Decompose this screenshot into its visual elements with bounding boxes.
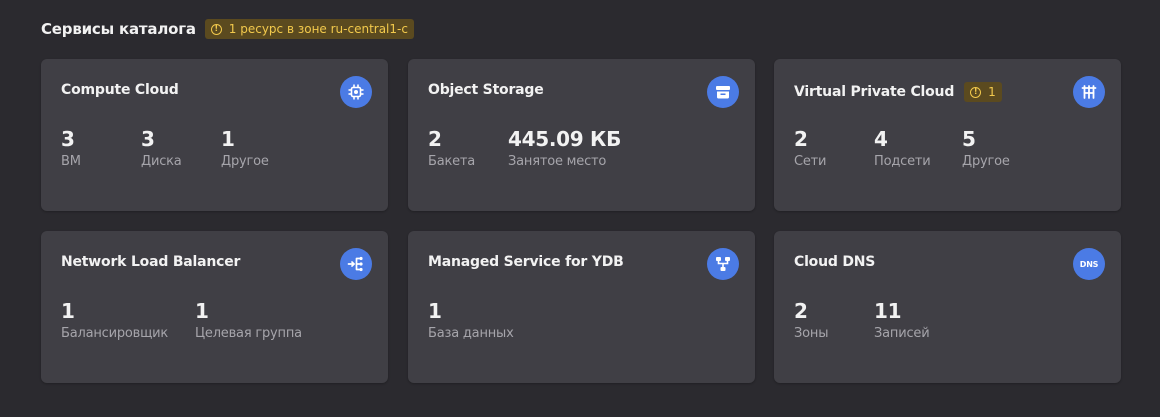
section-header: Сервисы каталога ! 1 ресурс в зоне ru-ce… [41,18,414,40]
warning-icon: ! [970,86,982,98]
service-card-object-storage[interactable]: Object Storage 2 Бакета 445.09 КБ Занято… [408,59,755,211]
stat-value: 1 [221,127,235,151]
zone-warning-text: 1 ресурс в зоне ru-central1-c [228,22,408,36]
stat-value: 3 [61,127,75,151]
stat-other: 5 Другое [962,127,1010,169]
stat-label: Записей [874,326,930,341]
stat-value: 2 [794,127,808,151]
card-title: Cloud DNS [794,254,876,270]
section-title: Сервисы каталога [41,20,196,38]
vpc-warning-badge[interactable]: ! 1 [964,82,1002,102]
stat-value: 4 [874,127,888,151]
stat-other: 1 Другое [221,127,269,169]
cpu-chip-icon [340,76,372,108]
service-card-ydb[interactable]: Managed Service for YDB 1 База данных [408,231,755,383]
stat-label: Другое [221,154,269,169]
card-stats: 3 ВМ 3 Диска 1 Другое [61,127,269,169]
stat-value: 445.09 КБ [508,127,622,151]
stat-buckets: 2 Бакета [428,127,508,169]
card-stats: 2 Бакета 445.09 КБ Занятое место [428,127,621,169]
dns-icon: DNS [1073,248,1105,280]
service-card-vpc[interactable]: Virtual Private Cloud ! 1 2 Сети 4 Подсе… [774,59,1121,211]
stat-zones: 2 Зоны [794,299,874,341]
stat-balancers: 1 Балансировщик [61,299,195,341]
service-card-compute-cloud[interactable]: Compute Cloud 3 ВМ 3 Диска 1 Другое [41,59,388,211]
load-balancer-icon [340,248,372,280]
network-icon [1073,76,1105,108]
card-title: Object Storage [428,82,544,98]
stat-value: 5 [962,127,976,151]
stat-label: Другое [962,154,1010,169]
card-stats: 1 База данных [428,299,514,341]
stat-value: 2 [794,299,808,323]
stat-value: 2 [428,127,442,151]
warning-icon: ! [210,23,222,35]
stat-value: 3 [141,127,155,151]
stat-networks: 2 Сети [794,127,874,169]
stat-vm: 3 ВМ [61,127,141,169]
stat-value: 1 [195,299,209,323]
card-title-row: Virtual Private Cloud ! 1 [794,82,1002,102]
stat-subnets: 4 Подсети [874,127,962,169]
card-title: Managed Service for YDB [428,254,624,270]
stat-label: Подсети [874,154,931,169]
database-tree-icon [707,248,739,280]
stat-target-groups: 1 Целевая группа [195,299,302,341]
vpc-warning-count: 1 [988,85,996,99]
card-stats: 1 Балансировщик 1 Целевая группа [61,299,302,341]
stat-value: 1 [61,299,75,323]
service-card-network-load-balancer[interactable]: Network Load Balancer 1 Балансировщик 1 … [41,231,388,383]
stat-label: Целевая группа [195,326,302,341]
stat-databases: 1 База данных [428,299,514,341]
bucket-storage-icon [707,76,739,108]
card-title: Network Load Balancer [61,254,241,270]
stat-label: Балансировщик [61,326,169,341]
stat-value: 1 [428,299,442,323]
stat-disks: 3 Диска [141,127,221,169]
stat-label: База данных [428,326,514,341]
stat-label: Занятое место [508,154,607,169]
stat-value: 11 [874,299,902,323]
card-stats: 2 Сети 4 Подсети 5 Другое [794,127,1010,169]
stat-label: Сети [794,154,827,169]
stat-label: Бакета [428,154,476,169]
dns-icon-text: DNS [1079,259,1099,269]
stat-label: ВМ [61,154,81,169]
card-title: Virtual Private Cloud [794,84,955,100]
stat-records: 11 Записей [874,299,930,341]
zone-warning-badge[interactable]: ! 1 ресурс в зоне ru-central1-c [204,19,414,39]
stat-label: Диска [141,154,182,169]
card-title: Compute Cloud [61,82,179,98]
stat-used-space: 445.09 КБ Занятое место [508,127,621,169]
stat-label: Зоны [794,326,829,341]
service-card-cloud-dns[interactable]: Cloud DNS DNS 2 Зоны 11 Записей [774,231,1121,383]
card-stats: 2 Зоны 11 Записей [794,299,930,341]
